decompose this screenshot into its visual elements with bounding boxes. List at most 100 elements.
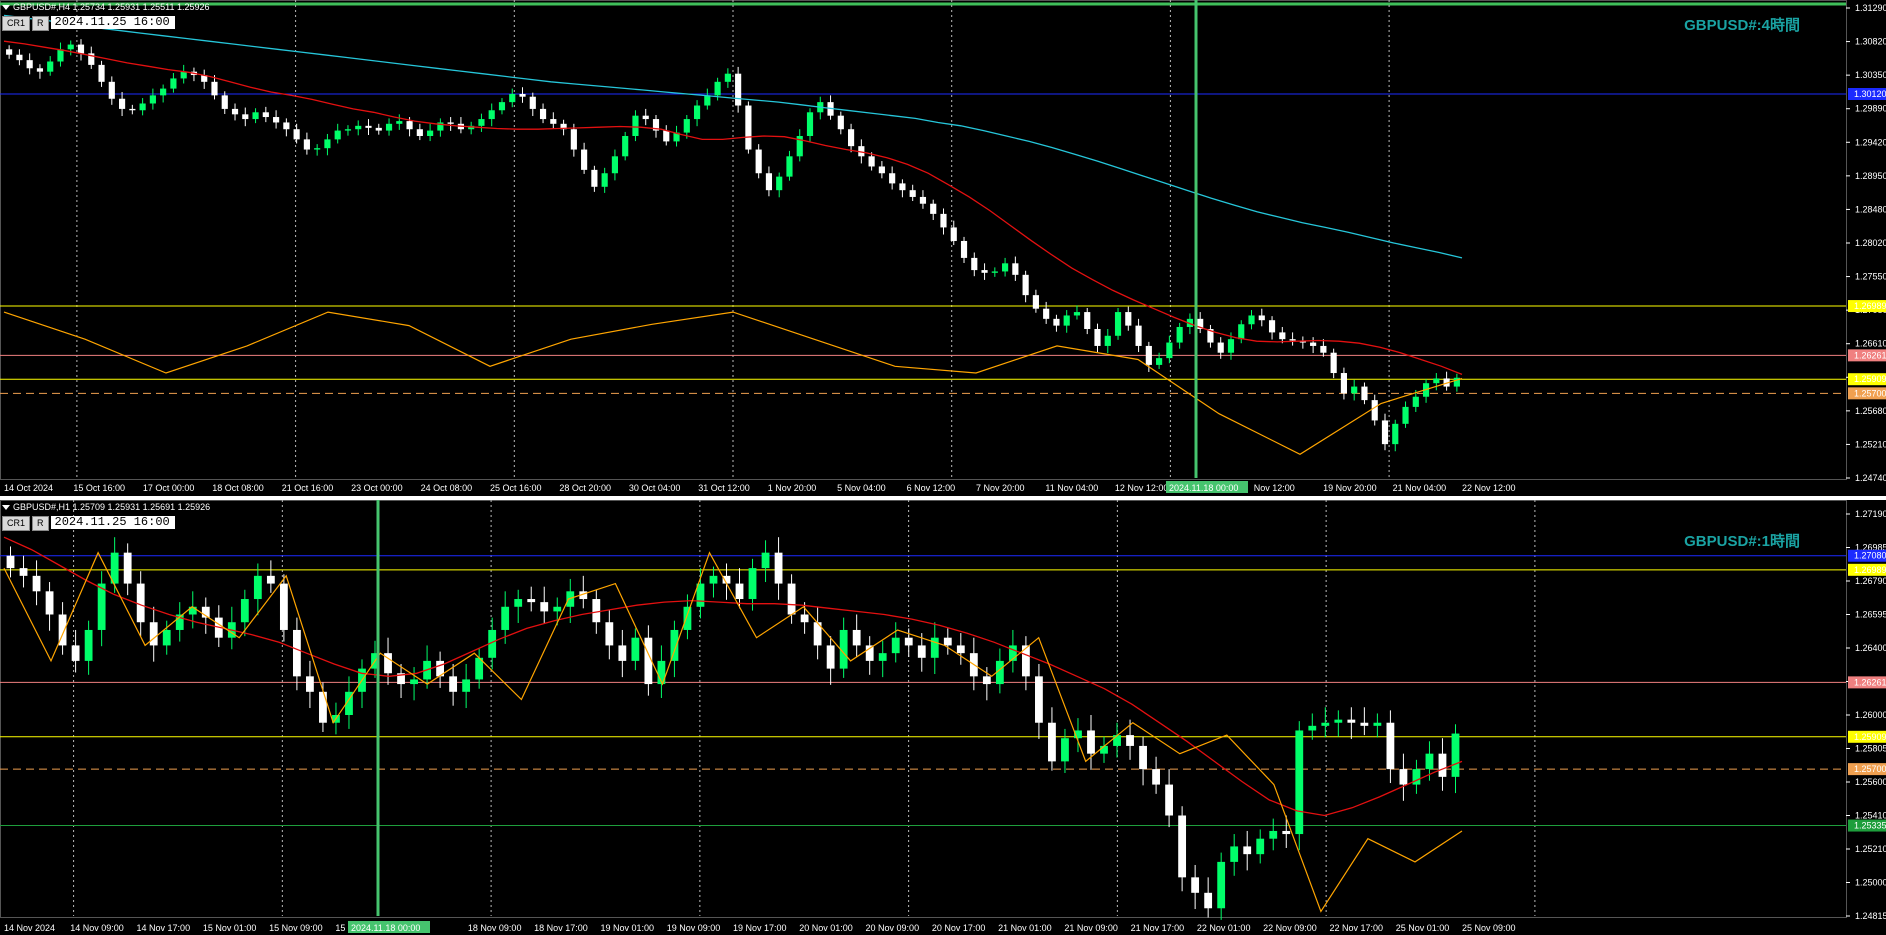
h1-chart-title: GBPUSD#:1時間: [1684, 533, 1800, 550]
candle-body: [488, 110, 495, 120]
candle-body: [1381, 420, 1389, 445]
candle-body: [1227, 339, 1235, 353]
candle-body: [498, 102, 506, 111]
candle-body: [1268, 320, 1276, 333]
x-tick-label: 21 Nov 09:00: [1064, 923, 1118, 933]
candle-body: [765, 173, 773, 191]
candle-body: [180, 71, 187, 79]
plot-frame: [0, 0, 1847, 480]
candle-body: [314, 148, 321, 150]
candle-body: [714, 81, 721, 96]
candle-body: [622, 135, 629, 157]
candle-body: [591, 169, 598, 187]
candle-body: [45, 591, 54, 615]
candle-body: [416, 129, 423, 136]
x-tick-label: 19 Nov 09:00: [667, 923, 721, 933]
candle-body: [273, 117, 280, 123]
candle-body: [581, 149, 588, 170]
candle-body: [6, 49, 13, 55]
price-level-label: 1.26261: [1854, 677, 1886, 687]
h1-chart-panel[interactable]: 1.271901.269851.267901.265951.264001.262…: [0, 500, 1886, 935]
x-tick-label: 5 Nov 04:00: [837, 483, 886, 493]
candle-body: [375, 127, 382, 131]
y-tick-label: 1.30820: [1855, 37, 1886, 47]
collapse-triangle-icon[interactable]: [2, 5, 10, 11]
candle-body: [319, 691, 327, 723]
candle-body: [462, 679, 471, 692]
x-tick-label: 19 Nov 01:00: [600, 923, 654, 933]
candle-body: [240, 599, 249, 623]
y-tick-label: 1.27550: [1855, 272, 1886, 282]
x-tick-label: 19 Nov 17:00: [733, 923, 787, 933]
h1-chart-canvas[interactable]: 1.271901.269851.267901.265951.264001.262…: [0, 500, 1886, 935]
candle-body: [683, 119, 690, 133]
x-tick-label: 14 Nov 09:00: [70, 923, 124, 933]
y-tick-label: 1.24740: [1855, 473, 1886, 483]
candle-body: [406, 121, 413, 130]
candle-body: [878, 166, 885, 174]
candle-body: [971, 257, 978, 271]
candle-body: [1113, 735, 1121, 746]
h1-r-button[interactable]: R: [32, 516, 49, 531]
candle-body: [262, 112, 269, 118]
candle-body: [618, 645, 627, 661]
x-tick-label: 22 Nov 01:00: [1197, 923, 1251, 933]
candle-body: [899, 183, 906, 191]
candle-body: [1063, 315, 1070, 326]
x-tick-label: 20 Nov 17:00: [932, 923, 986, 933]
candle-body: [519, 94, 526, 97]
candle-body: [77, 44, 85, 54]
candle-body: [601, 173, 608, 187]
x-tick-label: 17 Oct 00:00: [143, 483, 195, 493]
x-tick-label: 30 Oct 04:00: [629, 483, 681, 493]
candle-body: [1176, 326, 1183, 343]
y-tick-label: 1.25805: [1855, 744, 1886, 754]
price-level-label: 1.26261: [1854, 350, 1886, 360]
x-tick-label: 28 Oct 20:00: [559, 483, 611, 493]
candle-body: [283, 122, 290, 130]
crosshair-time-label: 2024.11.18 00:00: [1169, 483, 1238, 493]
price-level-label: 1.27080: [1854, 551, 1886, 561]
candle-body: [1104, 335, 1111, 346]
candle-body: [529, 96, 536, 109]
candle-body: [553, 606, 562, 612]
x-tick-label: 15 Nov 09:00: [269, 923, 323, 933]
price-level-label: 1.26989: [1854, 301, 1886, 311]
plot-frame: [0, 500, 1847, 918]
x-tick-label: 21 Nov 17:00: [1131, 923, 1185, 933]
y-tick-label: 1.26000: [1855, 710, 1886, 720]
candle-body: [1308, 725, 1317, 731]
candle-body: [761, 552, 770, 569]
x-tick-label: 14 Nov 2024: [4, 923, 55, 933]
candle-body: [139, 103, 146, 111]
h4-chart-canvas[interactable]: 1.31290 1.30820 1.30350 1.29890 1.29420 1.289…: [0, 0, 1886, 496]
h1-date-field[interactable]: 2024.11.25 16:00: [50, 516, 175, 529]
y-tick-label: 1.26790: [1855, 576, 1886, 586]
candle-body: [1361, 386, 1368, 401]
h4-cr-button[interactable]: CR1: [2, 16, 31, 31]
y-tick-label: 1.25000: [1855, 878, 1886, 888]
x-tick-label: Nov 12:00: [1254, 483, 1295, 493]
candle-body: [6, 555, 15, 569]
candle-body: [787, 583, 796, 615]
candle-body: [1135, 325, 1142, 346]
x-tick-label: 25 Nov 09:00: [1462, 923, 1516, 933]
candle-body: [806, 112, 814, 136]
h4-chart-title: GBPUSD#:4時間: [1684, 17, 1800, 34]
candle-body: [642, 115, 649, 120]
candle-body: [160, 88, 167, 96]
candle-body: [748, 568, 757, 600]
candle-body: [344, 129, 352, 131]
candle-body: [1084, 312, 1091, 330]
h4-date-field[interactable]: 2024.11.25 16:00: [50, 16, 175, 29]
h4-chart-panel[interactable]: 1.31290 1.30820 1.30350 1.29890 1.29420 1.289…: [0, 0, 1886, 496]
candle-body: [1043, 308, 1050, 319]
x-tick-label: 14 Oct 2024: [4, 483, 53, 493]
candle-body: [1087, 730, 1095, 754]
h1-cr-button[interactable]: CR1: [2, 516, 31, 531]
h4-r-button[interactable]: R: [32, 16, 49, 31]
candle-body: [1433, 378, 1440, 384]
collapse-triangle-icon[interactable]: [2, 505, 10, 511]
y-tick-label: 1.28020: [1855, 238, 1886, 248]
x-tick-label: 1 Nov 20:00: [768, 483, 817, 493]
